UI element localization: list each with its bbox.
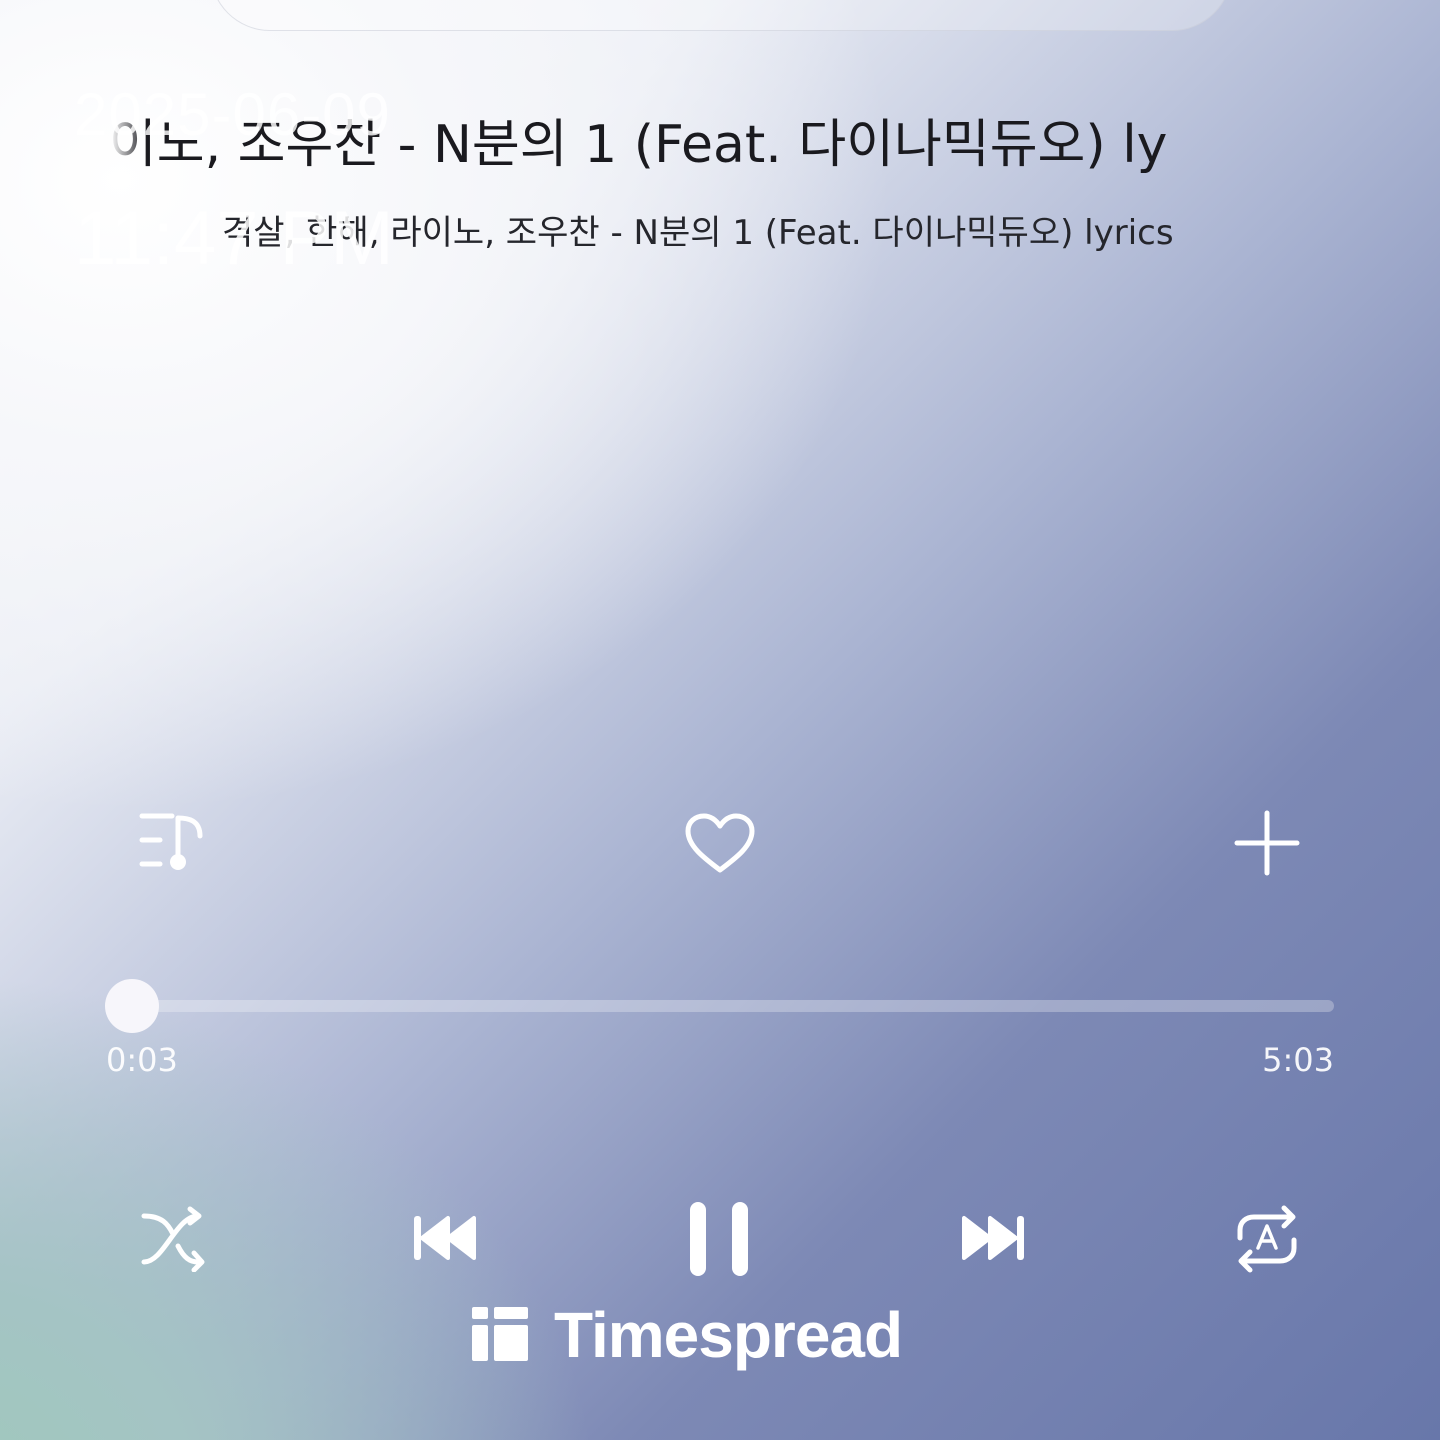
repeat-a-icon[interactable] bbox=[1234, 1204, 1300, 1274]
skip-previous-icon[interactable] bbox=[412, 1212, 478, 1264]
music-player-screen: { "overlay": { "date": "2025-06-09", "ti… bbox=[0, 0, 1440, 1440]
timestamp-time: 11:47 PM bbox=[74, 196, 394, 281]
brand-name: Timespread bbox=[554, 1299, 903, 1371]
timespread-logo-icon bbox=[472, 1305, 528, 1365]
seek-thumb[interactable] bbox=[105, 979, 160, 1033]
playlist-music-icon[interactable] bbox=[138, 810, 208, 874]
plus-icon[interactable] bbox=[1234, 810, 1300, 876]
shuffle-icon[interactable] bbox=[140, 1206, 206, 1272]
elapsed-time: 0:03 bbox=[106, 1041, 178, 1079]
brand-watermark: Timespread bbox=[472, 1299, 903, 1371]
pause-icon[interactable] bbox=[688, 1200, 750, 1278]
skip-next-icon[interactable] bbox=[960, 1212, 1026, 1264]
total-duration: 5:03 bbox=[1262, 1041, 1334, 1079]
timestamp-date: 2025-06-09 bbox=[74, 81, 391, 148]
heart-outline-icon[interactable] bbox=[684, 812, 756, 876]
seek-bar[interactable] bbox=[105, 979, 1334, 1033]
seek-track bbox=[120, 1000, 1334, 1012]
album-art-rim bbox=[210, 0, 1232, 31]
